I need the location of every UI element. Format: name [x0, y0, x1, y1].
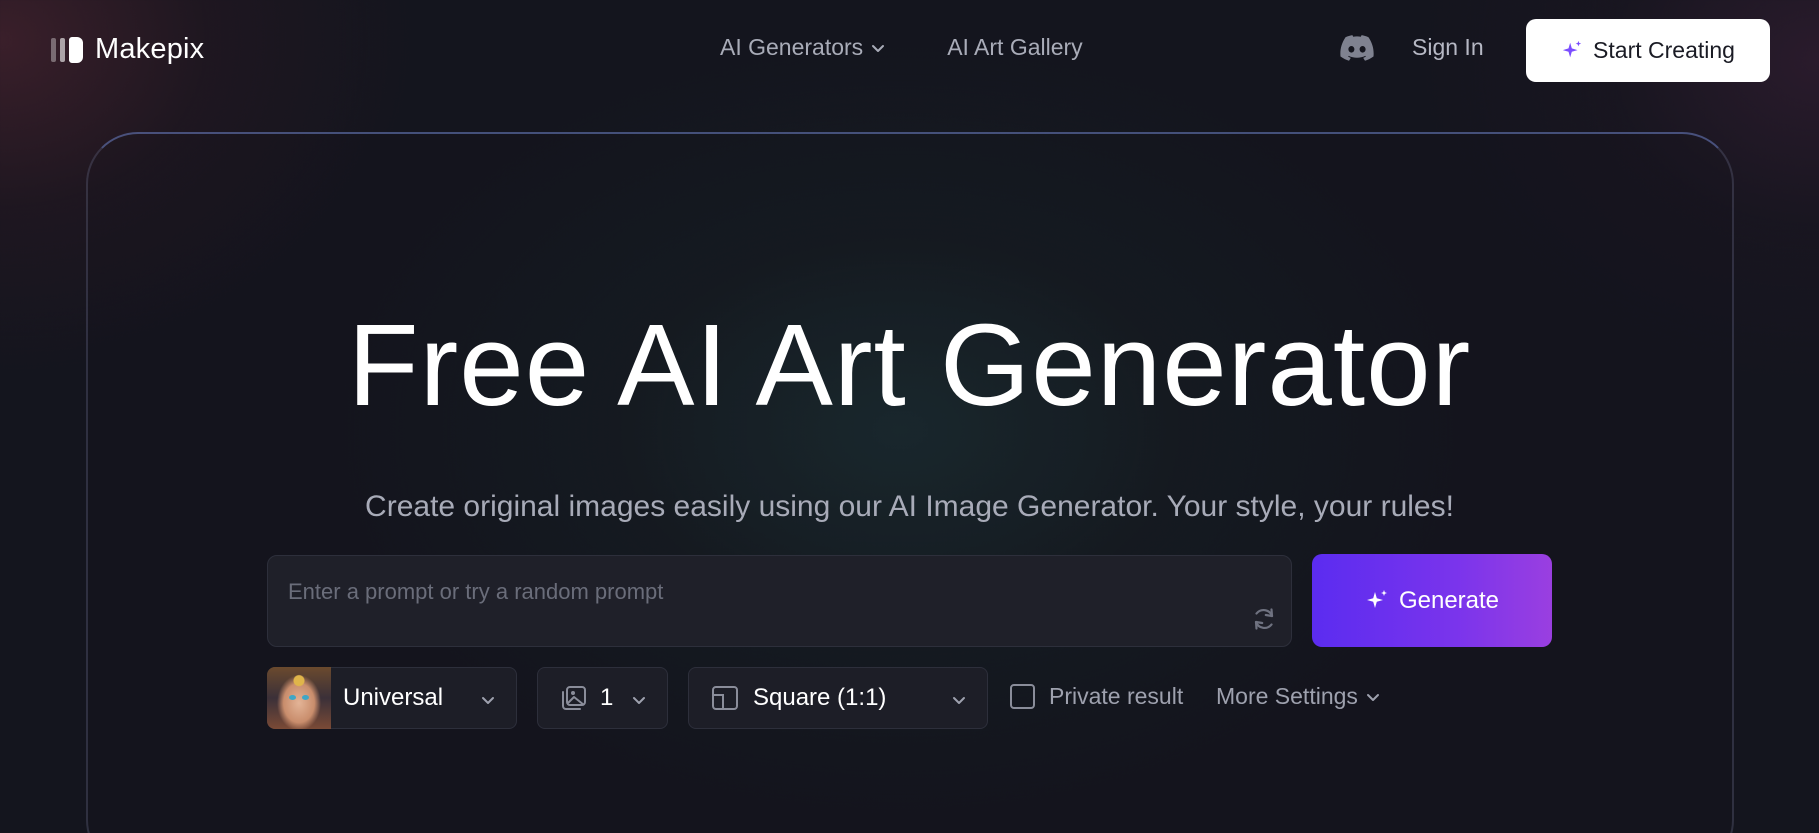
- nav-ai-art-gallery[interactable]: AI Art Gallery: [947, 34, 1082, 61]
- sparkle-icon: [1562, 40, 1582, 57]
- prompt-box: [267, 555, 1292, 647]
- refresh-icon[interactable]: [1251, 606, 1277, 632]
- aspect-ratio-select[interactable]: Square (1:1): [688, 667, 988, 729]
- images-icon: [562, 686, 586, 710]
- model-select[interactable]: Universal: [267, 667, 517, 729]
- nav-ai-generators[interactable]: AI Generators: [720, 34, 885, 61]
- aspect-ratio-icon: [712, 686, 738, 710]
- sign-in-link[interactable]: Sign In: [1412, 34, 1484, 61]
- more-settings-button[interactable]: More Settings: [1216, 683, 1380, 710]
- discord-icon[interactable]: [1340, 34, 1374, 62]
- chevron-down-icon: [633, 697, 645, 704]
- model-thumbnail: [267, 667, 331, 729]
- chevron-down-icon: [482, 697, 494, 704]
- logo[interactable]: Makepix: [51, 33, 204, 66]
- site-header: Makepix AI Generators AI Art Gallery Sig…: [0, 0, 1819, 100]
- chevron-down-icon: [1366, 693, 1379, 701]
- generate-button[interactable]: Generate: [1312, 554, 1552, 647]
- page-title: Free AI Art Generator: [347, 300, 1472, 430]
- start-creating-label: Start Creating: [1593, 37, 1735, 63]
- page-subtitle: Create original images easily using our …: [365, 490, 1454, 523]
- nav-ai-generators-label: AI Generators: [720, 34, 864, 60]
- private-result-label: Private result: [1049, 683, 1184, 709]
- start-creating-button[interactable]: Start Creating: [1526, 19, 1770, 82]
- chevron-down-icon: [953, 697, 965, 704]
- chevron-down-icon: [872, 44, 885, 52]
- prompt-input[interactable]: [288, 572, 1248, 612]
- sparkle-icon: [1366, 589, 1387, 608]
- private-result-checkbox[interactable]: [1010, 684, 1035, 709]
- private-result-toggle[interactable]: Private result: [1010, 683, 1183, 710]
- main-nav: AI Generators AI Art Gallery: [720, 34, 1083, 61]
- model-select-value: Universal: [343, 684, 444, 711]
- aspect-ratio-value: Square (1:1): [753, 684, 887, 711]
- logo-text: Makepix: [95, 33, 205, 65]
- image-count-value: 1: [600, 684, 614, 711]
- nav-ai-art-gallery-label: AI Art Gallery: [947, 34, 1083, 60]
- more-settings-label: More Settings: [1216, 683, 1358, 709]
- logo-mark-icon: [51, 36, 83, 64]
- generate-label: Generate: [1398, 586, 1500, 614]
- image-count-select[interactable]: 1: [537, 667, 668, 729]
